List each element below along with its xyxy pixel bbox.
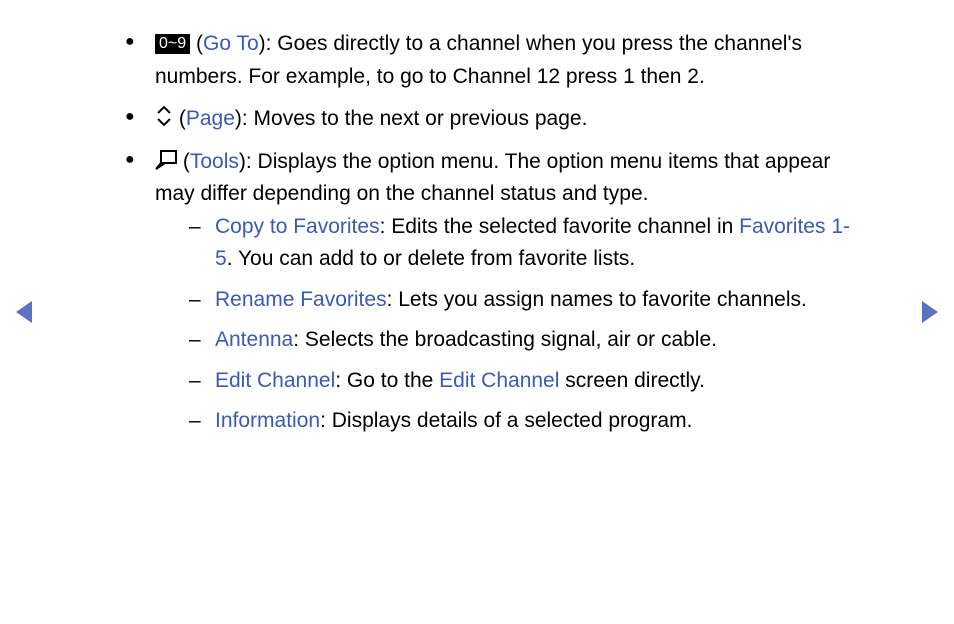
subitem-copy-to-favorites: Copy to Favorites: Edits the selected fa… xyxy=(215,211,859,276)
bullet-list: 0~9 (Go To): Goes directly to a channel … xyxy=(115,28,859,438)
text-tools: ): Displays the option menu. The option … xyxy=(155,150,830,206)
label-rename-favorites: Rename Favorites xyxy=(215,288,387,311)
text-rename: : Lets you assign names to favorite chan… xyxy=(387,288,807,311)
label-edit-channel: Edit Channel xyxy=(215,369,335,392)
text-antenna: : Selects the broadcasting signal, air o… xyxy=(293,328,717,351)
prev-page-button[interactable] xyxy=(14,300,34,324)
text-ec-2: screen directly. xyxy=(559,369,705,392)
link-goto: Go To xyxy=(203,32,259,55)
open-paren: ( xyxy=(196,32,203,55)
label-copy-to-favorites: Copy to Favorites xyxy=(215,215,380,238)
label-antenna: Antenna xyxy=(215,328,293,351)
page-content: 0~9 (Go To): Goes directly to a channel … xyxy=(0,0,954,438)
open-paren: ( xyxy=(179,107,186,130)
text-copy-2: . You can add to or delete from favorite… xyxy=(227,247,636,270)
bullet-tools: (Tools): Displays the option menu. The o… xyxy=(155,146,859,438)
text-page: ): Moves to the next or previous page. xyxy=(235,107,588,130)
link-tools: Tools xyxy=(190,150,239,173)
text-copy-1: : Edits the selected favorite channel in xyxy=(380,215,740,238)
subitem-edit-channel: Edit Channel: Go to the Edit Channel scr… xyxy=(215,365,859,398)
next-page-button[interactable] xyxy=(920,300,940,324)
link-edit-channel: Edit Channel xyxy=(439,369,559,392)
tools-icon xyxy=(155,150,177,170)
link-page: Page xyxy=(186,107,235,130)
subitem-rename-favorites: Rename Favorites: Lets you assign names … xyxy=(215,284,859,317)
subitem-antenna: Antenna: Selects the broadcasting signal… xyxy=(215,324,859,357)
open-paren: ( xyxy=(183,150,190,173)
bullet-page: (Page): Moves to the next or previous pa… xyxy=(155,103,859,136)
tools-sub-list: Copy to Favorites: Edits the selected fa… xyxy=(175,211,859,438)
text-info: : Displays details of a selected program… xyxy=(320,409,692,432)
subitem-information: Information: Displays details of a selec… xyxy=(215,405,859,438)
label-information: Information xyxy=(215,409,320,432)
up-down-icon xyxy=(155,105,173,127)
text-ec-1: : Go to the xyxy=(335,369,439,392)
bullet-goto: 0~9 (Go To): Goes directly to a channel … xyxy=(155,28,859,93)
keycap-0-9-icon: 0~9 xyxy=(155,34,190,54)
